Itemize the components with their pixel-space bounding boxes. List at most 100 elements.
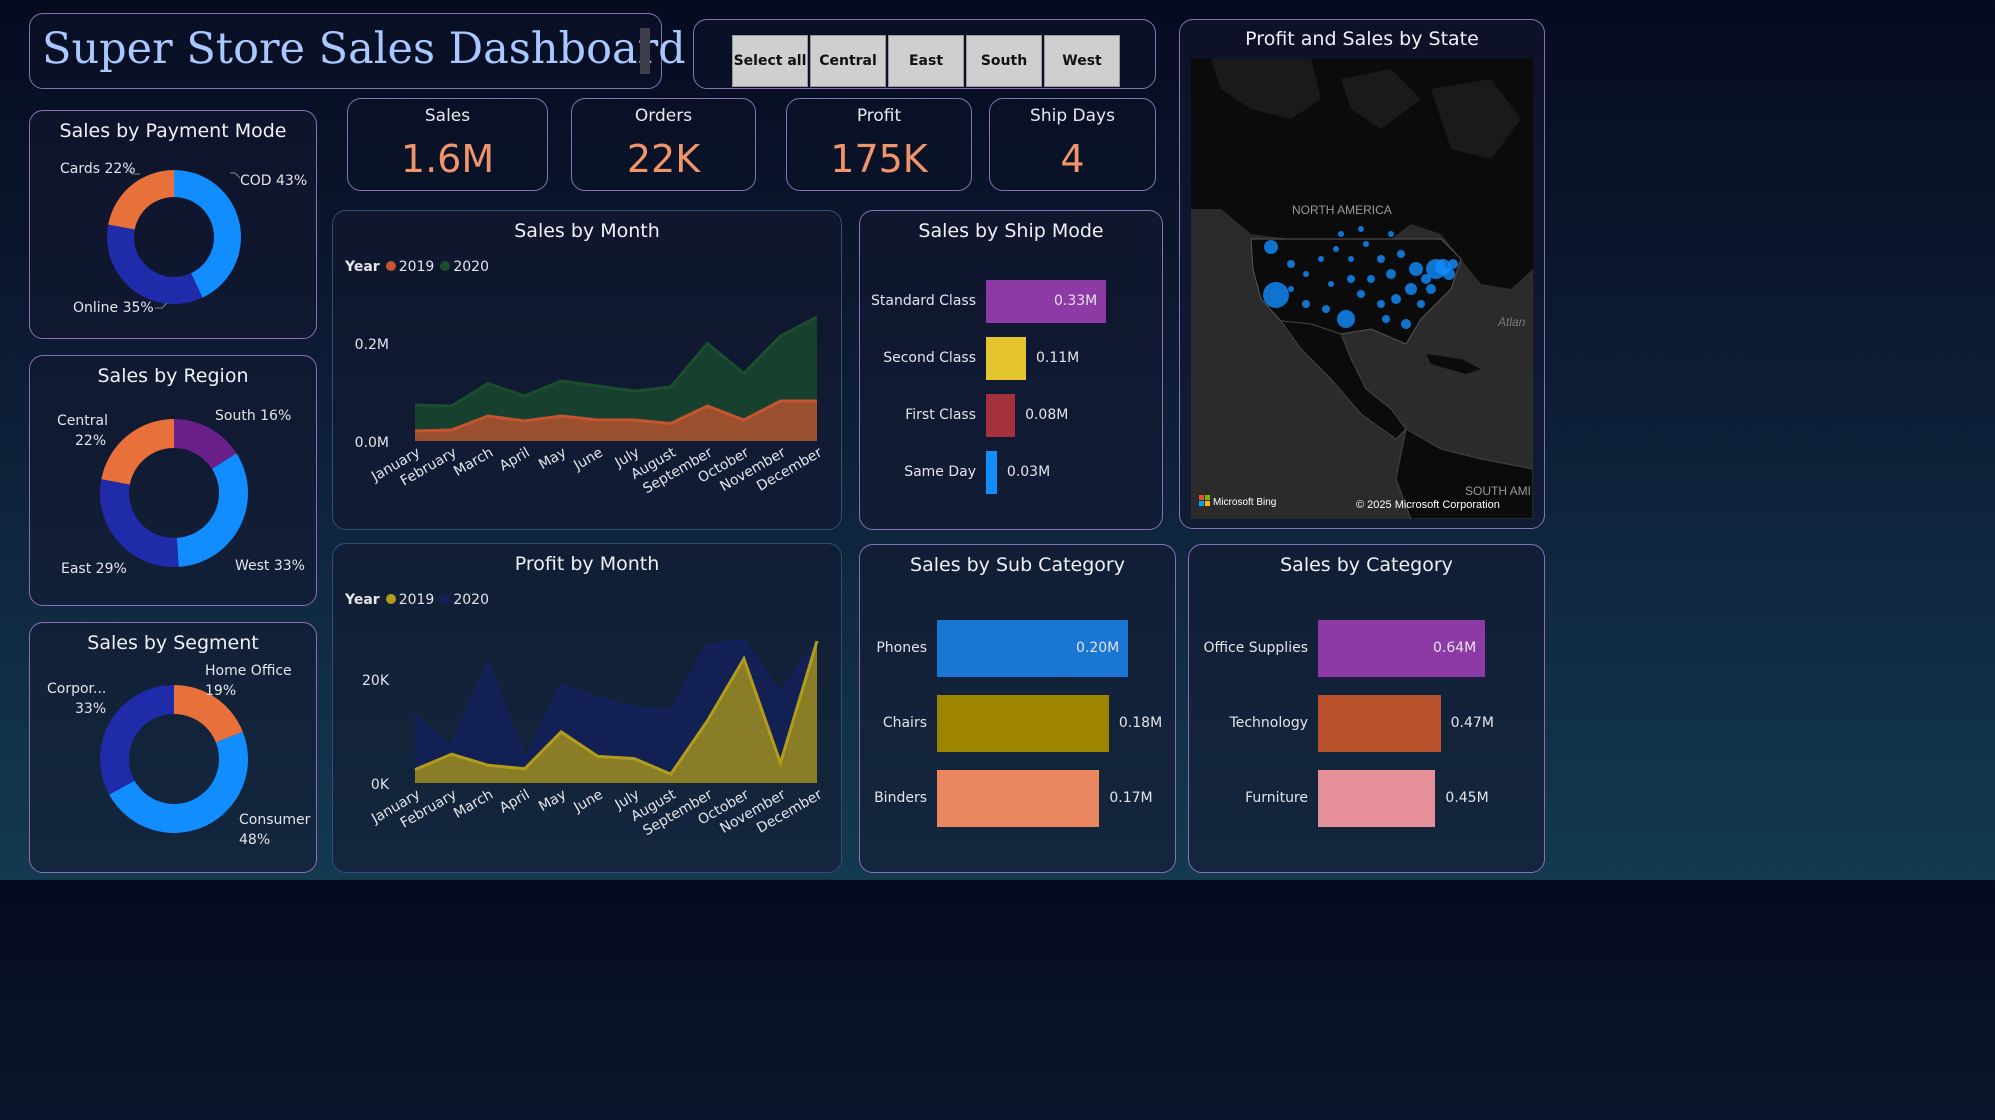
map-state-bubble[interactable]	[1288, 286, 1294, 292]
map-state-bubble[interactable]	[1328, 281, 1334, 287]
kpi-label: Sales	[424, 106, 471, 126]
x-tick-label: May	[536, 787, 569, 815]
bar-technology[interactable]	[1318, 695, 1441, 752]
sub-category-bar-chart[interactable]: Phones 0.20M Chairs 0.18M Binders 0.17M	[860, 545, 1177, 874]
bing-logo-icon	[1205, 495, 1210, 500]
map-state-bubble[interactable]	[1333, 246, 1339, 252]
map-view[interactable]: NORTH AMERICA Atlan SOUTH AMI Microsoft …	[1191, 59, 1533, 519]
map-state-bubble[interactable]	[1337, 310, 1355, 328]
ship-mode-card[interactable]: Sales by Ship Mode Standard Class 0.33M Se…	[859, 210, 1163, 530]
donut-slice-central[interactable]	[101, 419, 174, 485]
sales-by-month-card[interactable]: Sales by Month Year 2019 2020 January Febru…	[332, 210, 842, 530]
map-state-bubble[interactable]	[1363, 241, 1369, 247]
kpi-value: 4	[1060, 137, 1085, 181]
bar-value-label: 0.11M	[1036, 349, 1080, 366]
map-state-bubble[interactable]	[1401, 319, 1411, 329]
map-state-bubble[interactable]	[1348, 256, 1354, 262]
map-card[interactable]: Profit and Sales by State NORTH AMERICA …	[1179, 19, 1545, 529]
data-label: COD 43%	[240, 173, 307, 189]
map-state-bubble[interactable]	[1426, 284, 1436, 294]
data-label: 48%	[239, 832, 270, 848]
map-state-bubble[interactable]	[1417, 300, 1425, 308]
map-copyright: © 2025 Microsoft Corporation	[1356, 499, 1500, 511]
data-label: 33%	[75, 701, 106, 717]
map-state-bubble[interactable]	[1318, 256, 1324, 262]
map-state-bubble[interactable]	[1397, 250, 1405, 258]
slicer-south-button[interactable]: South	[966, 35, 1042, 87]
map-state-bubble[interactable]	[1409, 262, 1423, 276]
map-state-bubble[interactable]	[1358, 226, 1364, 232]
x-tick-label: April	[497, 445, 533, 475]
bar-category-label: Technology	[1229, 714, 1308, 731]
map-state-bubble[interactable]	[1377, 300, 1385, 308]
kpi-value: 1.6M	[400, 137, 495, 181]
map-state-bubble[interactable]	[1382, 315, 1390, 323]
profit-area-chart[interactable]: JanuaryFebruaryMarch April May June JulyAugu…	[333, 544, 843, 874]
map-region-label: NORTH AMERICA	[1292, 203, 1392, 217]
bing-logo-icon	[1199, 501, 1204, 506]
data-label: 19%	[205, 683, 236, 699]
map-state-bubble[interactable]	[1448, 259, 1458, 269]
bar-first-class[interactable]	[986, 394, 1016, 437]
bar-chairs[interactable]	[937, 695, 1109, 752]
x-tick-label: April	[497, 787, 533, 817]
map-state-bubble[interactable]	[1357, 290, 1365, 298]
map-state-bubble[interactable]	[1367, 275, 1375, 283]
category-card[interactable]: Sales by Category Office Supplies 0.64M Te…	[1188, 544, 1545, 873]
category-bar-chart[interactable]: Office Supplies 0.64M Technology 0.47M Furni…	[1189, 545, 1546, 874]
donut-slice-east[interactable]	[100, 479, 179, 567]
slicer-central-button[interactable]: Central	[810, 35, 886, 87]
chart-title: Profit and Sales by State	[1245, 28, 1479, 50]
bar-furniture[interactable]	[1318, 770, 1436, 827]
bar-second-class[interactable]	[986, 337, 1026, 380]
slicer-east-button[interactable]: East	[888, 35, 964, 87]
map-state-bubble[interactable]	[1302, 300, 1310, 308]
map-state-bubble[interactable]	[1322, 305, 1330, 313]
bar-value-label: 0.33M	[1054, 292, 1098, 309]
leader-line	[230, 172, 241, 179]
map-state-bubble[interactable]	[1263, 282, 1289, 308]
bing-logo-icon	[1199, 495, 1204, 500]
kpi-sales-card[interactable]: Sales 1.6M	[347, 98, 548, 191]
kpi-ship-days-card[interactable]: Ship Days 4	[989, 98, 1156, 191]
map-state-bubble[interactable]	[1347, 275, 1355, 283]
donut-slice-cards[interactable]	[108, 170, 174, 230]
slicer-west-button[interactable]: West	[1044, 35, 1120, 87]
segment-card[interactable]: Sales by Segment Home Office 19% Consume…	[29, 622, 317, 873]
data-label: Corpor...	[47, 681, 106, 697]
kpi-profit-card[interactable]: Profit 175K	[786, 98, 972, 191]
map-state-bubble[interactable]	[1287, 260, 1295, 268]
region-card[interactable]: Sales by Region South 16% West 33% East …	[29, 355, 317, 606]
map-state-bubble[interactable]	[1338, 231, 1344, 237]
payment-donut[interactable]: COD 43% Online 35% Cards 22%	[30, 111, 318, 340]
donut-slice-west[interactable]	[176, 453, 248, 567]
y-tick-label: 20K	[362, 673, 390, 689]
map-state-bubble[interactable]	[1377, 255, 1385, 263]
bar-same-day[interactable]	[986, 451, 997, 494]
sub-category-card[interactable]: Sales by Sub Category Phones 0.20M Chairs 0…	[859, 544, 1176, 873]
slicer-select-all-button[interactable]: Select all	[732, 35, 808, 87]
bar-category-label: Chairs	[882, 714, 927, 731]
payment-mode-card[interactable]: Sales by Payment Mode COD 43% Online 35%…	[29, 110, 317, 339]
donut-slice-corporate[interactable]	[99, 685, 174, 795]
map-state-bubble[interactable]	[1386, 269, 1396, 279]
map-state-bubble[interactable]	[1405, 283, 1417, 295]
page-title: Super Store Sales Dashboard	[42, 24, 686, 74]
bar-category-label: Standard Class	[871, 292, 976, 309]
kpi-orders-card[interactable]: Orders 22K	[571, 98, 756, 191]
region-donut[interactable]: South 16% West 33% East 29% Central 22%	[30, 356, 318, 607]
map-state-bubble[interactable]	[1303, 271, 1309, 277]
profit-by-month-card[interactable]: Profit by Month Year 2019 2020 January Febr…	[332, 543, 842, 873]
sales-area-chart[interactable]: JanuaryFebruaryMarch April May June JulyAugu…	[333, 211, 843, 531]
map-state-bubble[interactable]	[1443, 268, 1455, 280]
data-label: 22%	[75, 433, 106, 449]
map-state-bubble[interactable]	[1264, 240, 1278, 254]
segment-donut[interactable]: Home Office 19% Consumer 48% Corpor... 3…	[30, 623, 318, 874]
y-tick-label: 0.0M	[355, 435, 389, 451]
bar-binders[interactable]	[937, 770, 1100, 827]
x-tick-label: June	[570, 445, 605, 475]
map-state-bubble[interactable]	[1391, 294, 1401, 304]
map-state-bubble[interactable]	[1388, 231, 1394, 237]
ship-mode-bar-chart[interactable]: Standard Class 0.33M Second Class 0.11M Firs…	[860, 211, 1164, 531]
donut-slice-online[interactable]	[107, 224, 203, 304]
